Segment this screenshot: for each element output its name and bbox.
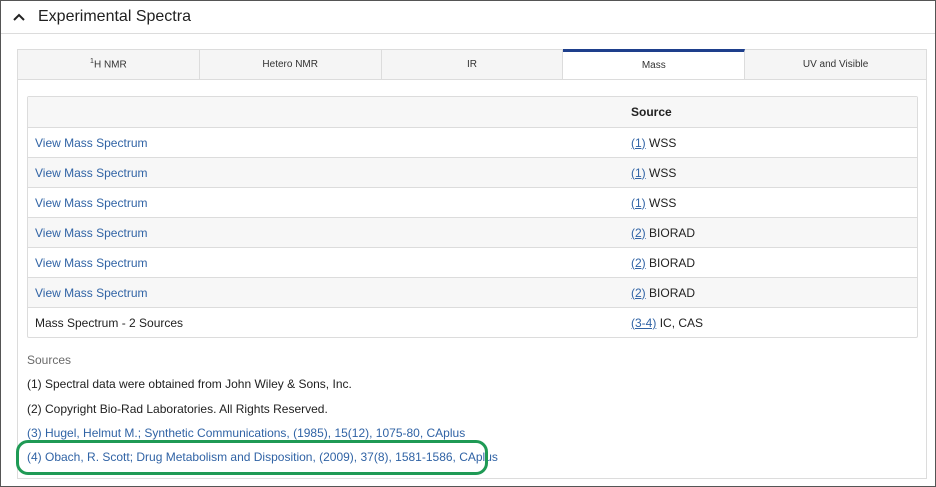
table-row: View Mass Spectrum (2) BIORAD: [28, 217, 917, 247]
mass-spectra-table: Source View Mass Spectrum (1) WSS View M…: [27, 96, 918, 338]
tab-hetero-nmr[interactable]: Hetero NMR: [200, 50, 382, 79]
tab-label: UV and Visible: [802, 59, 869, 70]
tab-label: H NMR: [93, 59, 127, 71]
source-name: WSS: [649, 165, 677, 180]
source-name: BIORAD: [649, 225, 696, 240]
source-ref-link[interactable]: (2): [631, 256, 646, 270]
mass-spectrum-sources-label: Mass Spectrum - 2 Sources: [35, 315, 184, 330]
view-mass-spectrum-link[interactable]: View Mass Spectrum: [35, 286, 147, 300]
source-name: BIORAD: [649, 285, 696, 300]
chevron-up-icon[interactable]: [12, 10, 26, 24]
table-row: View Mass Spectrum (1) WSS: [28, 127, 917, 157]
source-ref-link[interactable]: (2): [631, 286, 646, 300]
source-ref-link[interactable]: (2): [631, 226, 646, 240]
source-item-1: (1) Spectral data were obtained from Joh…: [27, 377, 352, 391]
source-item-3-link[interactable]: (3) Hugel, Helmut M.; Synthetic Communic…: [27, 426, 465, 440]
table-row: Mass Spectrum - 2 Sources (3-4) IC, CAS: [28, 307, 917, 337]
spectra-tabs: 1H NMR Hetero NMR IR Mass UV and Visible: [17, 49, 927, 80]
source-ref-link[interactable]: (1): [631, 196, 646, 210]
tab-mass[interactable]: Mass: [563, 49, 746, 79]
section-divider: [1, 33, 935, 34]
tab-label: Mass: [641, 60, 666, 71]
section-header[interactable]: Experimental Spectra: [12, 6, 191, 28]
table-row: View Mass Spectrum (2) BIORAD: [28, 247, 917, 277]
tab-1h-nmr[interactable]: 1H NMR: [18, 50, 200, 79]
table-row: View Mass Spectrum (1) WSS: [28, 157, 917, 187]
highlight-outline: [16, 440, 488, 475]
header-source: Source: [631, 105, 672, 119]
tab-uv-visible[interactable]: UV and Visible: [745, 50, 926, 79]
view-mass-spectrum-link[interactable]: View Mass Spectrum: [35, 226, 147, 240]
source-ref-link[interactable]: (1): [631, 166, 646, 180]
source-ref-link[interactable]: (1): [631, 136, 646, 150]
tab-label: Hetero NMR: [262, 59, 318, 70]
source-item-2: (2) Copyright Bio-Rad Laboratories. All …: [27, 402, 328, 416]
view-mass-spectrum-link[interactable]: View Mass Spectrum: [35, 136, 147, 150]
tab-label: IR: [466, 59, 477, 70]
sources-heading: Sources: [27, 353, 72, 367]
table-row: View Mass Spectrum (2) BIORAD: [28, 277, 917, 307]
source-ref-link[interactable]: (3-4): [631, 316, 656, 330]
view-mass-spectrum-link[interactable]: View Mass Spectrum: [35, 196, 147, 210]
view-mass-spectrum-link[interactable]: View Mass Spectrum: [35, 166, 147, 180]
source-name: WSS: [649, 195, 677, 210]
view-mass-spectrum-link[interactable]: View Mass Spectrum: [35, 256, 147, 270]
table-header: Source: [28, 97, 917, 127]
source-name: BIORAD: [649, 255, 696, 270]
tab-ir[interactable]: IR: [382, 50, 564, 79]
source-name: IC, CAS: [659, 315, 704, 330]
source-name: WSS: [649, 135, 677, 150]
section-title: Experimental Spectra: [38, 8, 191, 25]
table-row: View Mass Spectrum (1) WSS: [28, 187, 917, 217]
